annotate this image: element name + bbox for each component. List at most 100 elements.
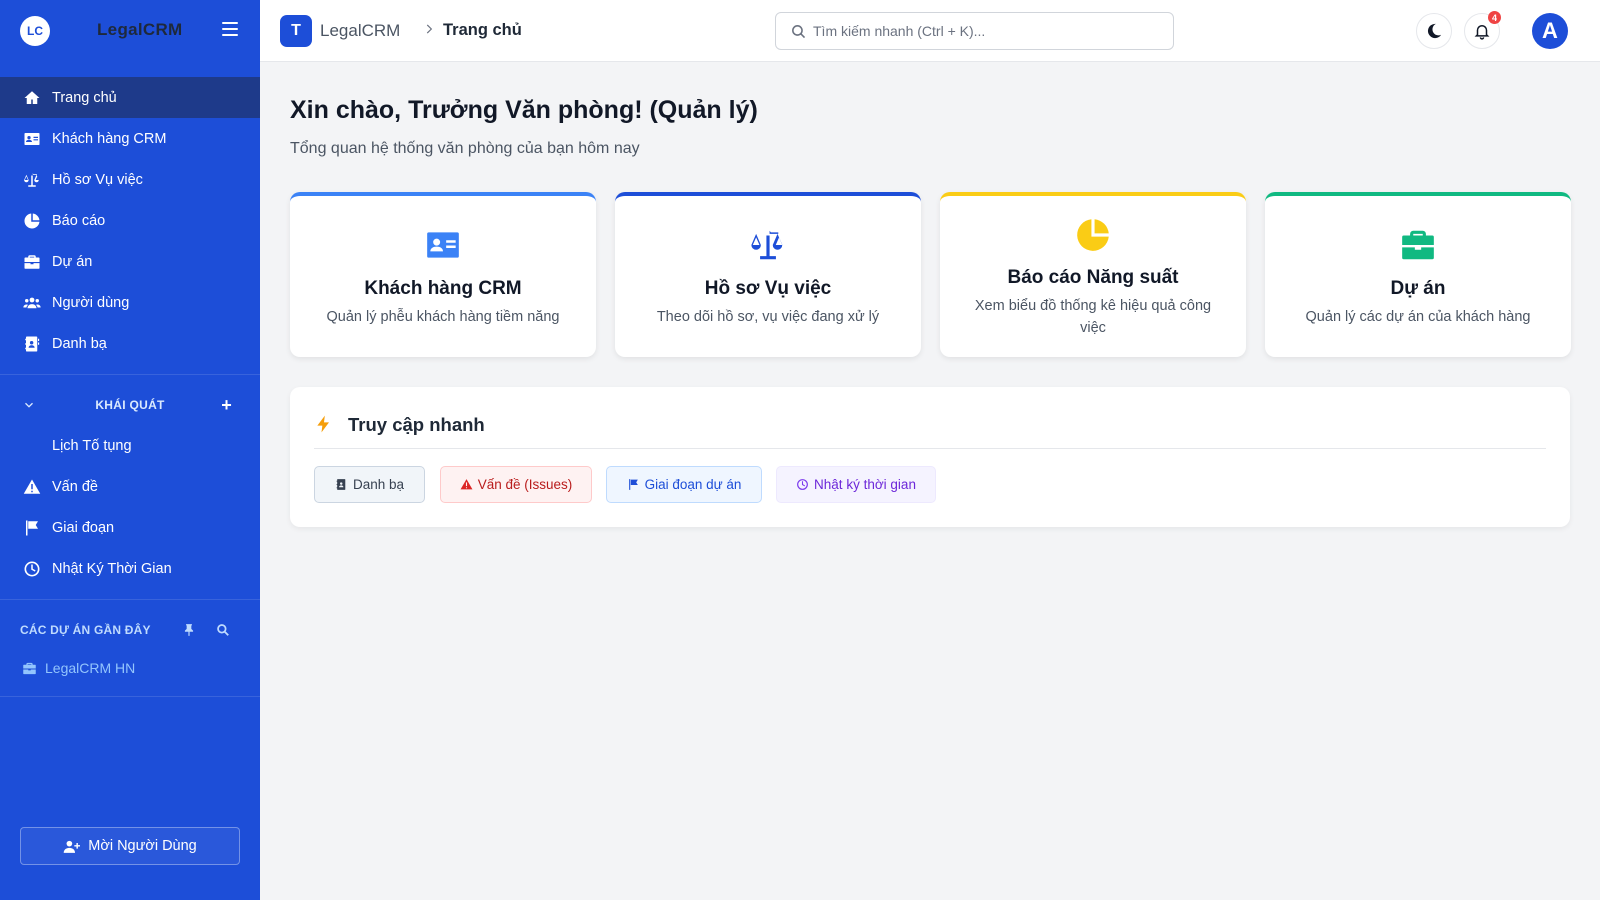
scale-icon: [615, 226, 921, 264]
card-title: Báo cáo Năng suất: [1007, 267, 1179, 288]
nav-item-users[interactable]: Người dùng: [0, 282, 260, 323]
nav-item-label: Giai đoạn: [52, 519, 115, 536]
briefcase-icon: [23, 662, 36, 674]
sidebar-header: LC LegalCRM: [0, 0, 260, 62]
invite-user-button[interactable]: Mời Người Dùng: [20, 827, 240, 865]
chevron-down-icon[interactable]: [22, 398, 36, 412]
address-book-icon: [336, 479, 346, 490]
recent-projects-header: CÁC DỰ ÁN GẦN ĐÂY: [0, 610, 260, 650]
notifications-button[interactable]: 4: [1464, 11, 1501, 49]
card-cases[interactable]: Hồ sơ Vụ việc Theo dõi hồ sơ, vụ việc đa…: [615, 192, 921, 357]
section-overview-header: KHÁI QUÁT +: [0, 385, 260, 425]
nav-item-label: Khách hàng CRM: [52, 130, 167, 147]
nav-item-contacts[interactable]: Danh bạ: [0, 323, 260, 364]
quick-contacts-button[interactable]: Danh bạ: [314, 466, 425, 503]
flag-icon: [628, 479, 638, 490]
scale-icon: [22, 170, 42, 190]
quick-time-log-button[interactable]: Nhật ký thời gian: [776, 466, 936, 503]
nav-item-label: Dự án: [52, 253, 93, 270]
pie-chart-icon: [940, 216, 1246, 254]
avatar[interactable]: A: [1532, 13, 1568, 49]
page-title: Xin chào, Trưởng Văn phòng! (Quản lý): [290, 96, 758, 124]
sidebar-divider: [0, 696, 260, 697]
card-description: Theo dõi hồ sơ, vụ việc đang xử lý: [656, 309, 880, 325]
nav-item-reports[interactable]: Báo cáo: [0, 200, 260, 241]
nav-item-label: Hồ sơ Vụ việc: [52, 171, 143, 188]
card-description: Quản lý phễu khách hàng tiềm năng: [326, 309, 560, 325]
main-content: Xin chào, Trưởng Văn phòng! (Quản lý) Tổ…: [260, 62, 1600, 900]
recent-project-item[interactable]: LegalCRM HN: [0, 650, 260, 686]
home-icon: [22, 88, 42, 108]
nav-item-phases[interactable]: Giai đoạn: [0, 507, 260, 548]
pie-chart-icon: [22, 211, 42, 231]
search-icon: [792, 24, 806, 38]
brand-name: LegalCRM: [97, 20, 183, 39]
users-icon: [22, 293, 42, 313]
card-title: Hồ sơ Vụ việc: [704, 278, 832, 299]
quick-phases-button[interactable]: Giai đoạn dự án: [606, 466, 762, 503]
topbar: T LegalCRM Trang chủ 4 A: [260, 0, 1600, 62]
nav-item-label: Nhật Ký Thời Gian: [52, 560, 172, 577]
card-projects[interactable]: Dự án Quản lý các dự án của khách hàng: [1265, 192, 1571, 357]
recent-projects-title: CÁC DỰ ÁN GẦN ĐÂY: [20, 623, 151, 637]
nav-item-crm[interactable]: Khách hàng CRM: [0, 118, 260, 159]
invite-user-label: Mời Người Dùng: [88, 838, 197, 854]
nav-item-home[interactable]: Trang chủ: [0, 77, 260, 118]
brand-logo[interactable]: LC: [20, 16, 50, 46]
card-crm[interactable]: Khách hàng CRM Quản lý phễu khách hàng t…: [290, 192, 596, 357]
nav-item-label: Trang chủ: [52, 89, 117, 106]
card-title: Dự án: [1390, 278, 1446, 299]
page-subtitle: Tổng quan hệ thống văn phòng của bạn hôm…: [290, 140, 640, 157]
nav-item-label: Danh bạ: [52, 335, 107, 352]
nav-item-label: Lịch Tố tụng: [52, 437, 132, 454]
sidebar: LC LegalCRM Trang chủ Khách hàng CRM Hồ …: [0, 0, 260, 900]
recent-project-label: LegalCRM HN: [45, 660, 136, 676]
sidebar-divider: [0, 374, 260, 375]
breadcrumb-app[interactable]: LegalCRM: [320, 21, 400, 41]
nav-item-label: Vấn đề: [52, 478, 98, 495]
chevron-right-icon: [422, 22, 436, 36]
nav-item-label: Người dùng: [52, 294, 130, 311]
nav-item-litigation-calendar[interactable]: Lịch Tố tụng: [0, 425, 260, 466]
lightning-icon: [317, 415, 329, 433]
card-description: Quản lý các dự án của khách hàng: [1305, 309, 1531, 325]
warning-icon: [460, 479, 473, 490]
breadcrumb-current: Trang chủ: [443, 21, 522, 39]
address-book-icon: [22, 334, 42, 354]
sidebar-divider: [0, 599, 260, 600]
main-nav: Trang chủ Khách hàng CRM Hồ sơ Vụ việc B…: [0, 62, 260, 364]
moon-icon: [1427, 23, 1442, 39]
add-icon[interactable]: +: [221, 396, 232, 414]
card-description: Xem biểu đồ thống kê hiệu quả công việc: [974, 298, 1212, 336]
clock-icon: [797, 479, 808, 490]
briefcase-icon: [22, 252, 42, 272]
quick-button-label: Nhật ký thời gian: [814, 477, 916, 492]
nav-item-cases[interactable]: Hồ sơ Vụ việc: [0, 159, 260, 200]
pin-icon[interactable]: [182, 623, 196, 637]
search-input[interactable]: [813, 23, 1153, 39]
search-icon[interactable]: [216, 623, 230, 637]
user-plus-icon: [63, 840, 81, 853]
bell-icon: [1474, 25, 1490, 40]
search-box: [775, 12, 1174, 50]
quick-access-header: Truy cập nhanh: [314, 413, 1546, 449]
flag-icon: [22, 518, 42, 538]
dashboard-cards: Khách hàng CRM Quản lý phễu khách hàng t…: [290, 192, 1571, 357]
warning-icon: [22, 477, 42, 497]
quick-button-label: Giai đoạn dự án: [644, 477, 742, 492]
card-title: Khách hàng CRM: [364, 278, 522, 299]
menu-toggle-icon[interactable]: [222, 22, 238, 36]
dark-mode-toggle[interactable]: [1416, 13, 1452, 49]
nav-item-projects[interactable]: Dự án: [0, 241, 260, 282]
quick-access-title: Truy cập nhanh: [348, 414, 485, 435]
quick-issues-button[interactable]: Vấn đề (Issues): [440, 466, 592, 503]
clock-icon: [22, 559, 42, 579]
nav-item-time-log[interactable]: Nhật Ký Thời Gian: [0, 548, 260, 589]
overview-nav: Lịch Tố tụng Vấn đề Giai đoạn Nhật Ký Th…: [0, 425, 260, 589]
nav-item-issues[interactable]: Vấn đề: [0, 466, 260, 507]
quick-access-panel: Truy cập nhanh Danh bạ Vấn đề (Issues) G…: [290, 387, 1570, 527]
app-logo[interactable]: T: [280, 15, 312, 47]
card-productivity-report[interactable]: Báo cáo Năng suất Xem biểu đồ thống kê h…: [940, 192, 1246, 357]
id-card-icon: [22, 129, 42, 149]
id-card-icon: [290, 226, 596, 264]
